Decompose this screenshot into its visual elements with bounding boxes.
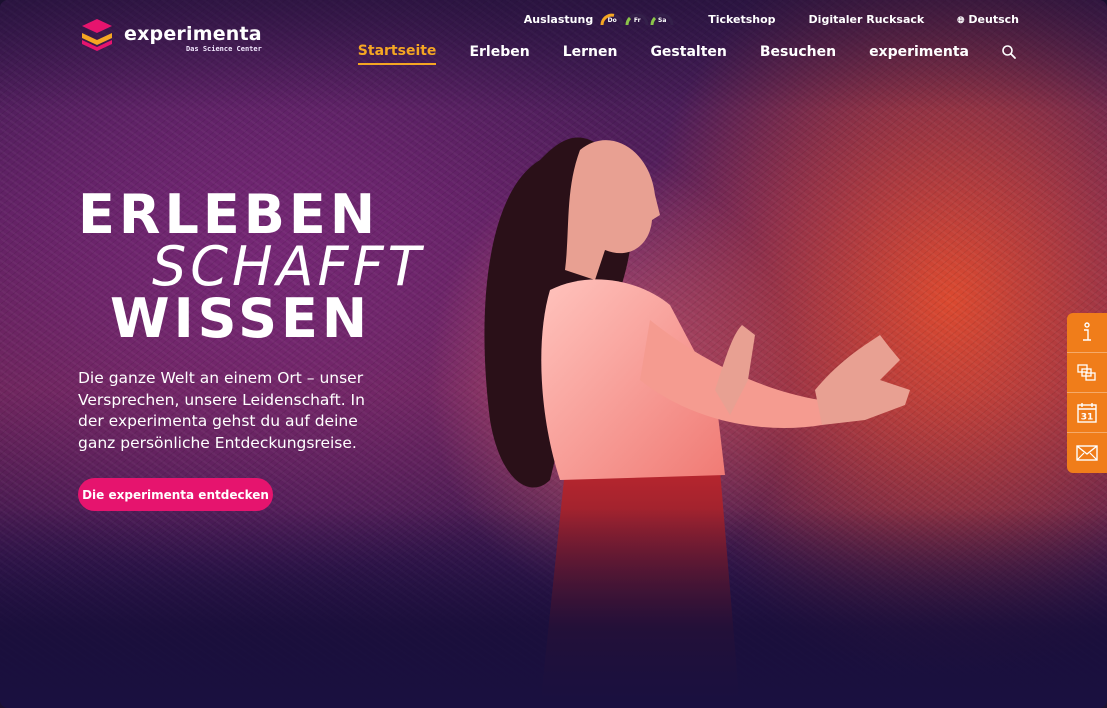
occupancy-gauge-friday: Fr: [625, 12, 649, 26]
nav-item-experimenta[interactable]: experimenta: [869, 44, 969, 64]
language-label: Deutsch: [968, 12, 1019, 26]
side-tab-pages[interactable]: [1067, 353, 1107, 393]
hero-headline-line-3: WISSEN: [110, 287, 372, 350]
nav-item-gestalten[interactable]: Gestalten: [650, 44, 726, 64]
utility-bar: Auslastung Do Fr Sa Ticketshop Digitaler…: [524, 12, 1019, 26]
digital-backpack-link[interactable]: Digitaler Rucksack: [809, 13, 925, 26]
globe-icon: 🌐︎: [957, 15, 965, 26]
gauge-day-label: Sa: [658, 17, 667, 24]
hero-headline-line-2: SCHAFFT: [152, 235, 425, 298]
bottom-fade: [0, 508, 1107, 708]
calendar-day-text: 31: [1081, 412, 1094, 422]
occupancy-gauge-thursday: Do: [600, 12, 624, 26]
occupancy-label: Auslastung: [523, 12, 594, 26]
copy-pages-icon: [1077, 363, 1096, 381]
logo-wordmark: experimenta: [124, 23, 262, 45]
nav-item-startseite[interactable]: Startseite: [357, 43, 437, 65]
gauge-day-label: Do: [607, 17, 617, 24]
hero-lead-text: Die ganze Welt an einem Ort – unser Vers…: [78, 369, 365, 452]
brand-logo[interactable]: experimenta Das Science Center: [78, 18, 262, 53]
hero-headline-line-1: ERLEBEN: [78, 183, 380, 246]
logo-mark-icon: [82, 19, 112, 51]
nav-item-besuchen[interactable]: Besuchen: [760, 44, 836, 64]
envelope-icon: [1076, 445, 1098, 461]
side-tab-calendar[interactable]: 31: [1067, 393, 1107, 433]
info-icon: [1083, 321, 1091, 341]
occupancy-indicator[interactable]: Auslastung Do Fr Sa: [524, 12, 675, 26]
logo-tagline: Das Science Center: [185, 45, 262, 53]
main-nav: Startseite Erleben Lernen Gestalten Besu…: [325, 43, 969, 65]
discover-experimenta-button[interactable]: Die experimenta entdecken: [78, 478, 273, 511]
occupancy-gauge-saturday: Sa: [650, 12, 674, 26]
language-switcher[interactable]: 🌐︎ Deutsch: [957, 13, 1019, 26]
side-tab-info[interactable]: [1067, 313, 1107, 353]
side-tab-newsletter[interactable]: [1067, 433, 1107, 473]
nav-item-erleben[interactable]: Erleben: [469, 44, 529, 64]
calendar-icon: 31: [1077, 402, 1097, 423]
side-quick-tab: 31: [1067, 313, 1107, 473]
gauge-day-label: Fr: [633, 17, 641, 24]
nav-item-lernen[interactable]: Lernen: [563, 44, 618, 64]
ticketshop-link[interactable]: Ticketshop: [708, 13, 775, 26]
hero-page: experimenta Das Science Center Auslastun…: [0, 0, 1107, 708]
search-icon[interactable]: [1001, 44, 1017, 60]
